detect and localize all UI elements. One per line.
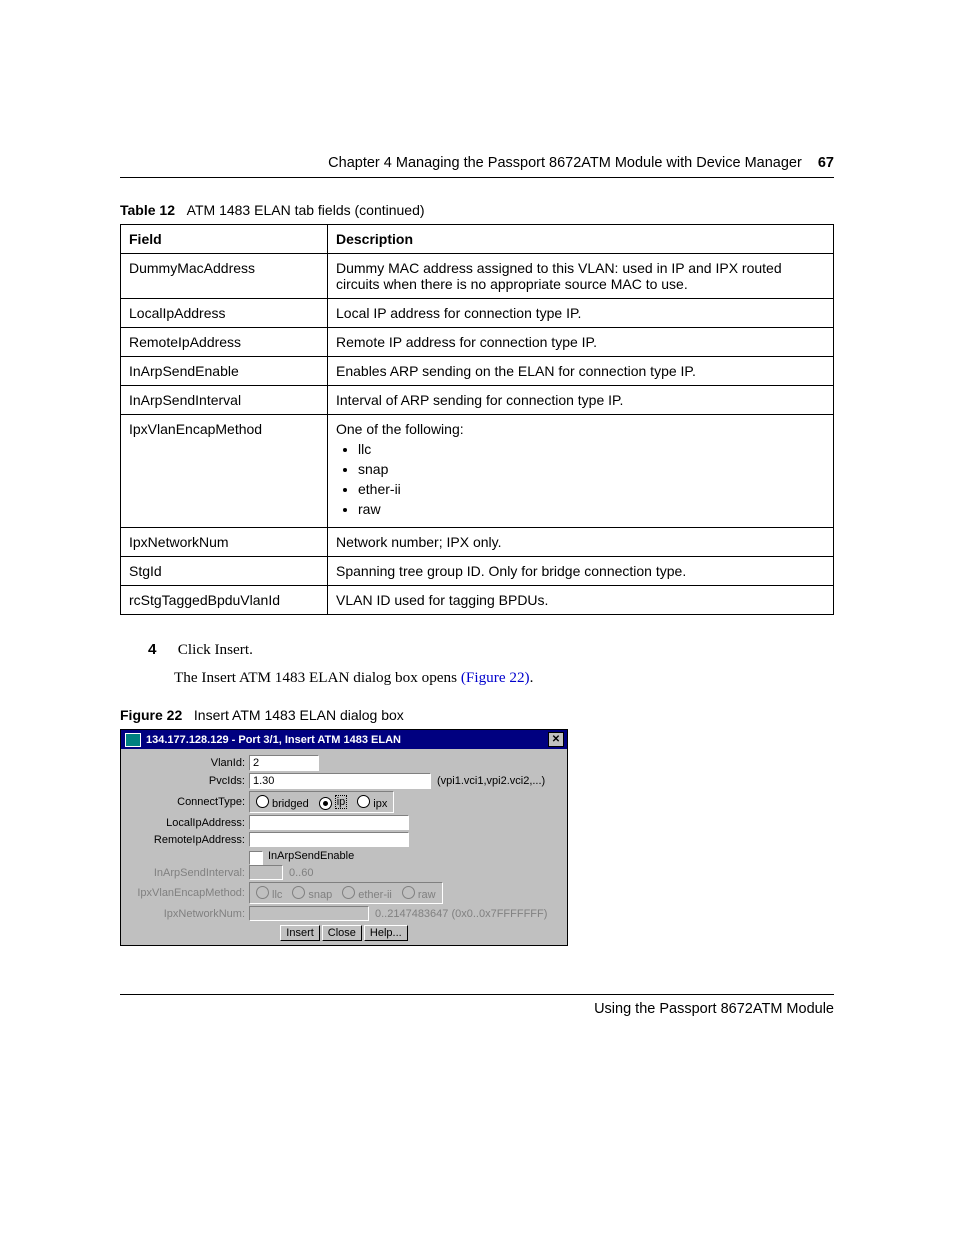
- table12-caption: Table 12 ATM 1483 ELAN tab fields (conti…: [120, 202, 834, 218]
- figure22-caption: Figure 22 Insert ATM 1483 ELAN dialog bo…: [120, 707, 834, 723]
- dialog-title: 134.177.128.129 - Port 3/1, Insert ATM 1…: [146, 734, 401, 746]
- ipxencap-label: IpxVlanEncapMethod:: [125, 887, 249, 899]
- pvcids-label: PvcIds:: [125, 775, 249, 787]
- inarpsendenable-label: InArpSendEnable: [268, 850, 354, 862]
- insert-button[interactable]: Insert: [280, 925, 320, 941]
- table12: Field Description DummyMacAddress Dummy …: [120, 224, 834, 615]
- table-row: InArpSendInterval Interval of ARP sendin…: [121, 386, 834, 415]
- cell-field: RemoteIpAddress: [121, 328, 328, 357]
- cell-desc: Enables ARP sending on the ELAN for conn…: [328, 357, 834, 386]
- inarpsendinterval-input: [249, 865, 283, 880]
- remoteip-input[interactable]: [249, 832, 409, 847]
- ipxencap-etherii-label: ether-ii: [358, 889, 392, 901]
- table-row: InArpSendEnable Enables ARP sending on t…: [121, 357, 834, 386]
- inarpsendinterval-hint: 0..60: [289, 867, 313, 879]
- table12-caption-text: ATM 1483 ELAN tab fields (continued): [187, 202, 425, 218]
- help-button[interactable]: Help...: [364, 925, 408, 941]
- table-row: RemoteIpAddress Remote IP address for co…: [121, 328, 834, 357]
- cell-field: DummyMacAddress: [121, 254, 328, 299]
- remoteip-label: RemoteIpAddress:: [125, 834, 249, 846]
- footer-rule: [120, 994, 834, 995]
- ipxencap-llc-radio: [256, 886, 269, 899]
- localip-label: LocalIpAddress:: [125, 817, 249, 829]
- close-button[interactable]: Close: [322, 925, 362, 941]
- dialog-button-row: InsertCloseHelp...: [125, 927, 563, 939]
- ipxnetnum-input: [249, 906, 369, 921]
- step-4: 4 Click Insert.: [148, 641, 834, 659]
- pvcids-input[interactable]: 1.30: [249, 773, 431, 789]
- cell-desc: Spanning tree group ID. Only for bridge …: [328, 557, 834, 586]
- step-number: 4: [148, 641, 174, 658]
- insert-atm-1483-elan-dialog: 134.177.128.129 - Port 3/1, Insert ATM 1…: [120, 729, 568, 946]
- ipxnetnum-label: IpxNetworkNum:: [125, 908, 249, 920]
- vlanid-input[interactable]: 2: [249, 755, 319, 771]
- table12-header-field: Field: [121, 225, 328, 254]
- cell-field: IpxNetworkNum: [121, 528, 328, 557]
- table-row: rcStgTaggedBpduVlanId VLAN ID used for t…: [121, 586, 834, 615]
- connecttype-label: ConnectType:: [125, 796, 249, 808]
- chapter-title: Chapter 4 Managing the Passport 8672ATM …: [328, 155, 802, 171]
- ipxencap-llc-label: llc: [272, 889, 282, 901]
- connecttype-group: bridged ip ipx: [249, 791, 394, 813]
- cell-desc: One of the following: llc snap ether-ii …: [328, 415, 834, 528]
- connecttype-ip-radio[interactable]: [319, 797, 332, 810]
- inarpsendenable-checkbox[interactable]: [249, 851, 263, 865]
- list-item: snap: [358, 461, 825, 477]
- table12-header-desc: Description: [328, 225, 834, 254]
- header-rule: [120, 177, 834, 178]
- ipxencap-raw-label: raw: [418, 889, 436, 901]
- step-4-body: The Insert ATM 1483 ELAN dialog box open…: [174, 669, 834, 687]
- list-item: raw: [358, 501, 825, 517]
- ipxencap-snap-radio: [292, 886, 305, 899]
- connecttype-ip-label: ip: [335, 795, 348, 809]
- cell-field: LocalIpAddress: [121, 299, 328, 328]
- pvcids-hint: (vpi1.vci1,vpi2.vci2,...): [437, 775, 545, 787]
- dialog-titlebar: 134.177.128.129 - Port 3/1, Insert ATM 1…: [121, 730, 567, 749]
- ipxencap-snap-label: snap: [308, 889, 332, 901]
- window-close-button[interactable]: ✕: [548, 732, 564, 747]
- figure22-label: Figure 22: [120, 707, 182, 723]
- table12-label: Table 12: [120, 202, 175, 218]
- ipxnetnum-hint: 0..2147483647 (0x0..0x7FFFFFFF): [375, 908, 547, 920]
- page-footer: Using the Passport 8672ATM Module: [120, 1001, 834, 1017]
- table-row: StgId Spanning tree group ID. Only for b…: [121, 557, 834, 586]
- table-row: IpxVlanEncapMethod One of the following:…: [121, 415, 834, 528]
- table-row: IpxNetworkNum Network number; IPX only.: [121, 528, 834, 557]
- app-icon: [125, 733, 141, 747]
- cell-field: IpxVlanEncapMethod: [121, 415, 328, 528]
- connecttype-bridged-label: bridged: [272, 798, 309, 810]
- figure-22-link[interactable]: (Figure 22): [461, 669, 530, 686]
- ipxencap-group: llc snap ether-ii raw: [249, 882, 443, 904]
- cell-desc-intro: One of the following:: [336, 421, 464, 437]
- step-body-post: .: [530, 669, 534, 686]
- list-item: llc: [358, 441, 825, 457]
- page-number: 67: [818, 155, 834, 171]
- table-row: DummyMacAddress Dummy MAC address assign…: [121, 254, 834, 299]
- ipxencap-raw-radio: [402, 886, 415, 899]
- ipxencap-etherii-radio: [342, 886, 355, 899]
- cell-desc: Dummy MAC address assigned to this VLAN:…: [328, 254, 834, 299]
- page-header: Chapter 4 Managing the Passport 8672ATM …: [120, 155, 834, 171]
- inarpsendinterval-label: InArpSendInterval:: [125, 867, 249, 879]
- cell-field: StgId: [121, 557, 328, 586]
- cell-desc: Interval of ARP sending for connection t…: [328, 386, 834, 415]
- figure22-caption-text: Insert ATM 1483 ELAN dialog box: [194, 707, 404, 723]
- cell-desc: Network number; IPX only.: [328, 528, 834, 557]
- cell-field: InArpSendEnable: [121, 357, 328, 386]
- connecttype-ipx-label: ipx: [373, 798, 387, 810]
- vlanid-label: VlanId:: [125, 757, 249, 769]
- localip-input[interactable]: [249, 815, 409, 830]
- cell-field: rcStgTaggedBpduVlanId: [121, 586, 328, 615]
- list-item: ether-ii: [358, 481, 825, 497]
- table-row: LocalIpAddress Local IP address for conn…: [121, 299, 834, 328]
- cell-desc: Local IP address for connection type IP.: [328, 299, 834, 328]
- connecttype-bridged-radio[interactable]: [256, 795, 269, 808]
- cell-desc: VLAN ID used for tagging BPDUs.: [328, 586, 834, 615]
- step-body-pre: The Insert ATM 1483 ELAN dialog box open…: [174, 669, 461, 686]
- connecttype-ipx-radio[interactable]: [357, 795, 370, 808]
- cell-desc: Remote IP address for connection type IP…: [328, 328, 834, 357]
- cell-field: InArpSendInterval: [121, 386, 328, 415]
- step-text: Click Insert.: [178, 641, 253, 658]
